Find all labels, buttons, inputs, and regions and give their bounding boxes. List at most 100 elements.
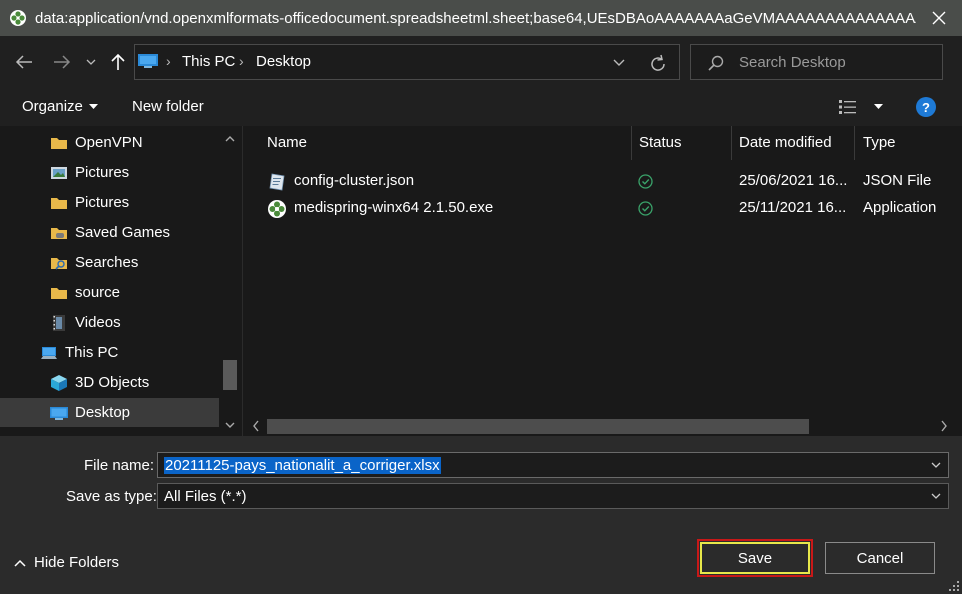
- app-flower-icon: [10, 10, 26, 26]
- status-synced-icon: [638, 201, 653, 216]
- nav-item-label: Videos: [75, 314, 121, 331]
- nav-item-source[interactable]: source: [0, 278, 219, 307]
- search-input[interactable]: [739, 51, 934, 73]
- address-bar[interactable]: › This PC › Desktop: [134, 44, 680, 80]
- horizontal-scrollbar[interactable]: [243, 416, 962, 436]
- cancel-button[interactable]: Cancel: [825, 542, 935, 574]
- chevron-down-icon[interactable]: [930, 490, 942, 502]
- save-as-type-value: All Files (*.*): [164, 488, 247, 505]
- nav-item-saved-games[interactable]: Saved Games: [0, 218, 219, 247]
- nav-item-pictures-folder[interactable]: Pictures: [0, 188, 219, 217]
- save-form: File name: 20211125-pays_nationalit_a_co…: [0, 436, 962, 594]
- file-date: 25/06/2021 16...: [739, 172, 848, 189]
- search-box[interactable]: [690, 44, 943, 80]
- column-header-type[interactable]: Type: [863, 134, 896, 151]
- nav-scroll-thumb[interactable]: [223, 360, 237, 390]
- view-options-button[interactable]: [838, 99, 883, 115]
- organize-label: Organize: [22, 98, 83, 115]
- breadcrumb-desktop[interactable]: Desktop: [256, 53, 311, 70]
- organize-button[interactable]: Organize: [22, 98, 98, 115]
- chevron-up-icon: [14, 559, 26, 567]
- horizontal-scroll-thumb[interactable]: [267, 419, 809, 434]
- file-type: JSON File: [863, 172, 932, 189]
- nav-item-label: source: [75, 284, 121, 301]
- nav-item-openvpn[interactable]: OpenVPN: [0, 128, 219, 157]
- refresh-icon[interactable]: [647, 53, 669, 75]
- nav-item-searches[interactable]: Searches: [0, 248, 219, 277]
- file-row[interactable]: medispring-winx64 2.1.50.exe 25/11/2021 …: [263, 195, 953, 222]
- saved-games-icon: [51, 228, 67, 239]
- chevron-down-icon[interactable]: [611, 54, 627, 70]
- help-button[interactable]: ?: [916, 97, 936, 117]
- folder-icon: [51, 198, 67, 209]
- nav-item-3d-objects[interactable]: 3D Objects: [0, 368, 219, 397]
- column-header-name[interactable]: Name: [267, 134, 307, 151]
- nav-item-this-pc[interactable]: This PC: [0, 338, 219, 367]
- recent-locations-button[interactable]: [82, 50, 100, 74]
- caret-down-icon: [88, 103, 98, 109]
- resize-grip-icon[interactable]: [948, 580, 960, 592]
- file-list: Name Status Date modified Type config-cl…: [243, 126, 962, 436]
- close-icon: [932, 11, 946, 25]
- caret-down-icon: [874, 104, 883, 109]
- forward-button[interactable]: [50, 50, 74, 74]
- file-type: Application: [863, 199, 937, 216]
- column-header-date-modified[interactable]: Date modified: [739, 134, 832, 151]
- hide-folders-button[interactable]: Hide Folders: [14, 554, 119, 571]
- arrow-up-icon: [111, 53, 125, 70]
- arrow-left-icon: [15, 55, 32, 69]
- scroll-left-icon[interactable]: [249, 418, 263, 434]
- nav-item-videos[interactable]: Videos: [0, 308, 219, 337]
- save-as-type-select[interactable]: All Files (*.*): [157, 483, 949, 509]
- nav-scrollbar[interactable]: [219, 126, 242, 436]
- nav-item-label: Pictures: [75, 164, 130, 181]
- chevron-down-icon: [86, 59, 96, 65]
- close-button[interactable]: [916, 0, 962, 36]
- nav-item-label: OpenVPN: [75, 134, 143, 151]
- title-bar: data:application/vnd.openxmlformats-offi…: [0, 0, 962, 36]
- nav-item-desktop[interactable]: Desktop: [0, 398, 219, 427]
- nav-item-label: 3D Objects: [75, 374, 150, 391]
- file-name-label: File name:: [84, 457, 155, 474]
- scroll-down-icon[interactable]: [223, 418, 237, 432]
- breadcrumb-this-pc[interactable]: This PC: [182, 53, 235, 70]
- file-name: medispring-winx64 2.1.50.exe: [294, 199, 494, 216]
- searches-icon: [51, 258, 67, 270]
- navigation-pane: OpenVPN Pictures Pictures Saved Games Se…: [0, 126, 242, 436]
- file-name-value[interactable]: 20211125-pays_nationalit_a_corriger.xlsx: [164, 457, 441, 474]
- file-row[interactable]: config-cluster.json 25/06/2021 16... JSO…: [263, 168, 953, 195]
- scroll-right-icon[interactable]: [937, 418, 951, 434]
- nav-item-label: Searches: [75, 254, 139, 271]
- nav-item-partial[interactable]: [0, 428, 219, 436]
- column-header-status[interactable]: Status: [639, 134, 682, 151]
- exe-file-icon: [268, 200, 286, 218]
- nav-item-label: Saved Games: [75, 224, 171, 241]
- search-icon: [708, 55, 724, 71]
- file-name: config-cluster.json: [294, 172, 415, 189]
- column-divider[interactable]: [631, 126, 632, 160]
- up-button[interactable]: [106, 50, 130, 74]
- new-folder-button[interactable]: New folder: [132, 98, 204, 115]
- computer-icon: [138, 54, 158, 68]
- nav-item-label: Pictures: [75, 194, 130, 211]
- file-date: 25/11/2021 16...: [739, 199, 847, 216]
- column-divider[interactable]: [731, 126, 732, 160]
- nav-item-label: Desktop: [75, 404, 131, 421]
- arrow-right-icon: [54, 55, 71, 69]
- desktop-icon: [50, 407, 68, 420]
- address-row: › This PC › Desktop: [0, 36, 962, 88]
- back-button[interactable]: [12, 50, 36, 74]
- file-name-field[interactable]: 20211125-pays_nationalit_a_corriger.xlsx: [157, 452, 949, 478]
- nav-item-label: This PC: [65, 344, 119, 361]
- folder-icon: [51, 288, 67, 299]
- chevron-down-icon[interactable]: [930, 459, 942, 471]
- scroll-up-icon[interactable]: [223, 132, 237, 146]
- computer-icon: [41, 347, 57, 359]
- column-divider[interactable]: [854, 126, 855, 160]
- window-title: data:application/vnd.openxmlformats-offi…: [35, 9, 916, 27]
- save-button[interactable]: Save: [697, 539, 813, 577]
- command-bar: Organize New folder ?: [0, 88, 962, 126]
- view-details-icon: [839, 100, 856, 114]
- json-file-icon: [269, 173, 285, 191]
- nav-item-pictures[interactable]: Pictures: [0, 158, 219, 187]
